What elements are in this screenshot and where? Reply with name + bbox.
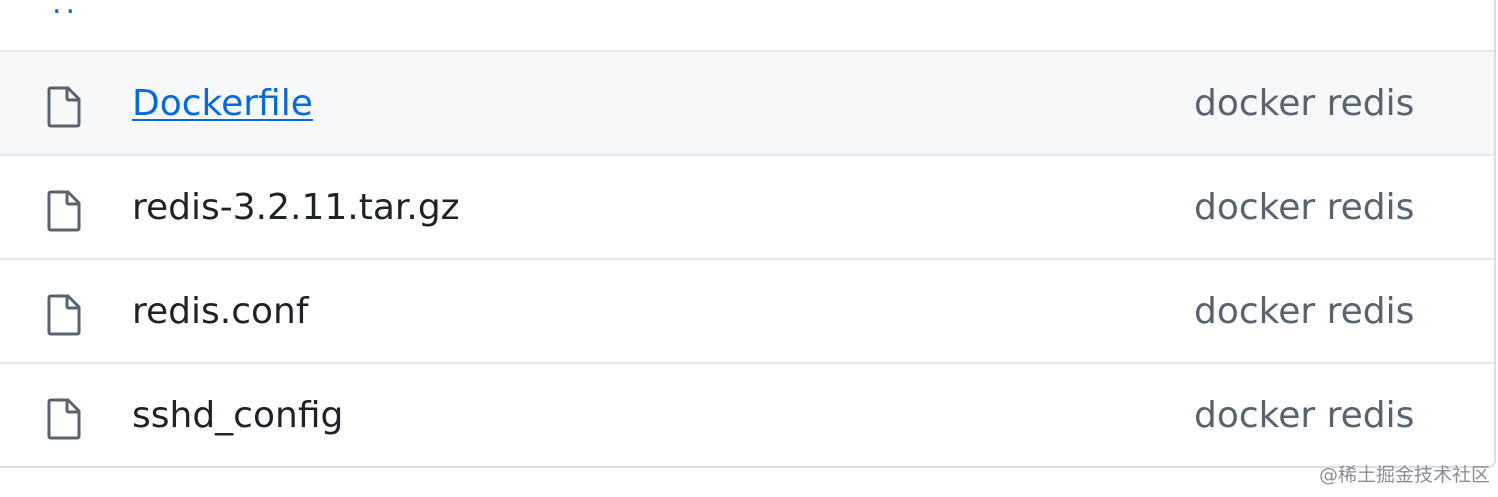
commit-message-link[interactable]: docker redis (1194, 78, 1414, 130)
file-table: .. Dockerfile docker redis redis-3.2.11.… (0, 0, 1496, 468)
file-icon (47, 190, 81, 232)
file-name-link[interactable]: redis.conf (132, 286, 309, 338)
file-icon (47, 398, 81, 440)
file-name-link[interactable]: Dockerfile (132, 78, 313, 130)
file-name-link[interactable]: sshd_config (132, 390, 343, 442)
file-name-link[interactable]: redis-3.2.11.tar.gz (132, 182, 460, 234)
file-row-redis-tarball[interactable]: redis-3.2.11.tar.gz docker redis (0, 156, 1494, 260)
watermark: @稀土掘金技术社区 (1318, 464, 1490, 486)
parent-directory-row[interactable]: .. (0, 0, 1494, 52)
commit-message-link[interactable]: docker redis (1194, 286, 1414, 338)
commit-message-link[interactable]: docker redis (1194, 390, 1414, 442)
file-row-redis-conf[interactable]: redis.conf docker redis (0, 260, 1494, 364)
file-icon (47, 294, 81, 336)
commit-message-link[interactable]: docker redis (1194, 182, 1414, 234)
file-row-sshd-config[interactable]: sshd_config docker redis (0, 364, 1494, 466)
file-row-dockerfile[interactable]: Dockerfile docker redis (0, 52, 1494, 156)
parent-directory-link[interactable]: .. (52, 0, 79, 21)
file-icon (47, 86, 81, 128)
page: .. Dockerfile docker redis redis-3.2.11.… (0, 0, 1498, 497)
